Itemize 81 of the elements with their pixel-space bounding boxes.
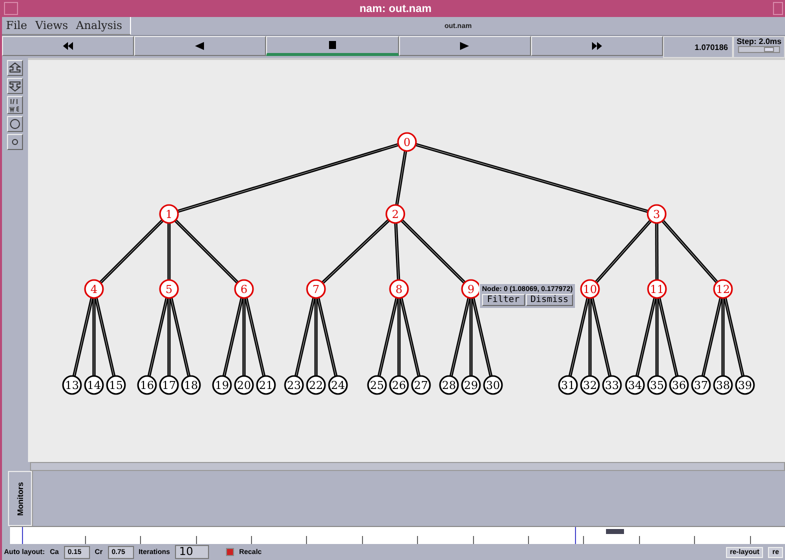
time-value: 1.070186 (694, 42, 728, 52)
window-title: nam: out.nam (359, 2, 432, 14)
link-line (174, 219, 239, 284)
slider-thumb[interactable] (764, 47, 774, 52)
forward-icon (592, 42, 602, 50)
horizontal-scrollbar[interactable] (30, 462, 785, 471)
recalc-checkbox[interactable] (226, 548, 234, 556)
popup-button[interactable]: Filter (482, 294, 525, 306)
zoom-out-tool[interactable] (7, 78, 23, 94)
circle-icon (9, 118, 21, 130)
network-node[interactable]: 37 (691, 375, 711, 395)
timeline[interactable] (10, 526, 785, 544)
network-node[interactable]: 19 (212, 375, 232, 395)
network-node[interactable]: 27 (411, 375, 431, 395)
network-node[interactable]: 6 (234, 279, 254, 299)
network-node[interactable]: 38 (713, 375, 733, 395)
ring-tool[interactable] (7, 116, 23, 132)
zoom-in-tool[interactable] (7, 60, 23, 76)
network-node[interactable]: 32 (580, 375, 600, 395)
network-node[interactable]: 15 (106, 375, 126, 395)
back-icon (195, 42, 206, 50)
link-line (594, 220, 652, 284)
window-close-icon[interactable] (773, 2, 783, 15)
network-node[interactable]: 23 (284, 375, 304, 395)
small-circle-icon (11, 138, 19, 146)
network-node[interactable]: 9 (461, 279, 481, 299)
network-node[interactable]: 5 (159, 279, 179, 299)
network-node[interactable]: 36 (669, 375, 689, 395)
network-node[interactable]: 21 (256, 375, 276, 395)
window-menu-icon[interactable] (4, 2, 18, 15)
network-node[interactable]: 14 (84, 375, 104, 395)
strokes-icon (8, 97, 22, 113)
network-node[interactable]: 28 (439, 375, 459, 395)
menu-item[interactable]: Views (35, 19, 68, 32)
edit-tool[interactable] (7, 96, 23, 114)
link-line (321, 219, 390, 284)
network-node[interactable]: 35 (647, 375, 667, 395)
network-node[interactable]: 22 (306, 375, 326, 395)
step-slider[interactable] (738, 46, 780, 53)
network-node[interactable]: 3 (646, 204, 666, 224)
network-node[interactable]: 7 (306, 279, 326, 299)
network-node[interactable]: 17 (159, 375, 179, 395)
network-node[interactable]: 30 (483, 375, 503, 395)
network-node[interactable]: 10 (580, 279, 600, 299)
link-line (655, 222, 659, 280)
link-line (661, 220, 718, 284)
event-marker (606, 529, 624, 534)
playback-button[interactable] (266, 36, 399, 56)
stop-icon (328, 41, 338, 49)
network-node[interactable]: 11 (647, 279, 667, 299)
network-node[interactable]: 31 (558, 375, 578, 395)
network-node[interactable]: 18 (181, 375, 201, 395)
popup-button[interactable]: Dismiss (526, 294, 574, 306)
monitors-tab[interactable]: Monitors (8, 471, 32, 526)
link-line (167, 222, 171, 280)
arrow-up-icon (8, 62, 22, 74)
network-node[interactable]: 39 (735, 375, 755, 395)
arrow-down-icon (8, 80, 22, 92)
network-node[interactable]: 24 (328, 375, 348, 395)
network-node[interactable]: 16 (137, 375, 157, 395)
network-node[interactable]: 29 (461, 375, 481, 395)
network-node[interactable]: 12 (713, 279, 733, 299)
network-node[interactable]: 2 (386, 204, 406, 224)
iterations-field[interactable]: 10 (175, 545, 210, 559)
network-node[interactable]: 20 (234, 375, 254, 395)
link-line (99, 219, 164, 284)
play-icon (460, 42, 470, 50)
network-node[interactable]: 1 (159, 204, 179, 224)
network-node[interactable]: 25 (367, 375, 387, 395)
network-node[interactable]: 8 (389, 279, 409, 299)
step-label: Step: 2.0ms (736, 37, 782, 46)
network-node[interactable]: 33 (602, 375, 622, 395)
network-node[interactable]: 0 (397, 132, 417, 152)
network-node[interactable]: 13 (62, 375, 82, 395)
network-node[interactable]: 26 (389, 375, 409, 395)
network-node[interactable]: 34 (625, 375, 645, 395)
menu-item[interactable]: File (6, 19, 28, 32)
rewind-icon (63, 42, 74, 50)
network-node[interactable]: 4 (84, 279, 104, 299)
menu-item[interactable]: Analysis (76, 19, 122, 32)
dot-tool[interactable] (7, 134, 23, 150)
